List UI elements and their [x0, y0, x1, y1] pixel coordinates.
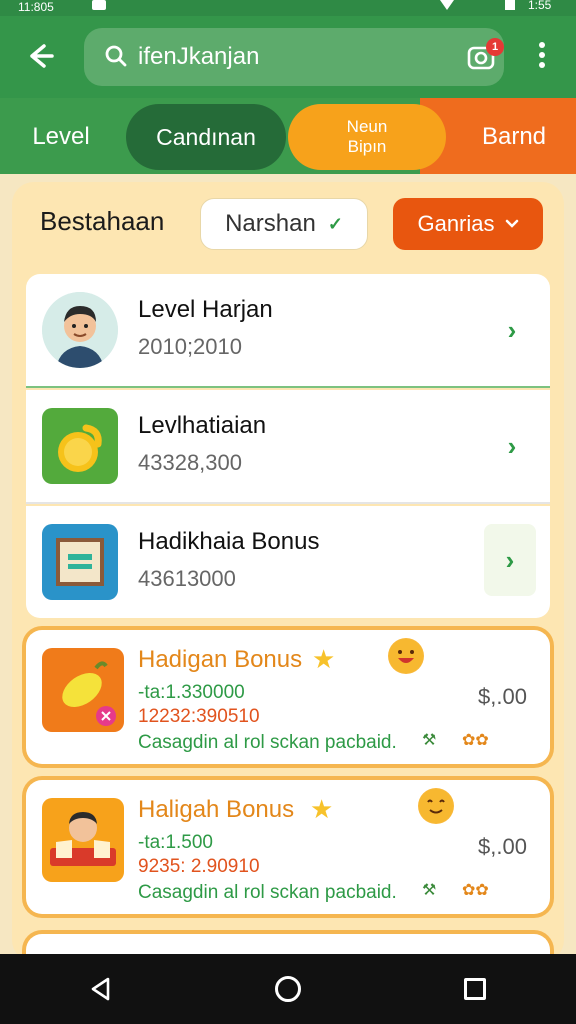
filter-row: Bestahaan Narshan ✓ Ganrias — [12, 182, 564, 272]
bonus-card[interactable]: Haligah Bonus ★ -ta:1.500 9235: 2.90910 … — [26, 780, 550, 914]
coin-bag-icon — [42, 408, 118, 484]
tool-icon: ⚒ — [422, 732, 437, 749]
emoji-icon — [418, 788, 454, 824]
bonus-price: $,.00 — [478, 834, 527, 859]
flowers-icon: ✿✿ — [462, 882, 489, 899]
status-time-right: 1:55 — [528, 0, 552, 12]
bonus-detail-2: 12232:390510 — [138, 706, 260, 727]
tab-level[interactable]: Level — [0, 104, 122, 170]
chevron-right-icon[interactable]: › — [484, 524, 536, 596]
filter-chip-ganrias[interactable]: Ganrias — [393, 198, 543, 250]
row-title: Hadikhaia Bonus — [138, 528, 320, 555]
chevron-down-icon: ✓ — [327, 213, 343, 234]
tab-neun-line2: Bipın — [347, 137, 387, 156]
document-icon — [42, 524, 118, 600]
app-bar: 1 — [0, 16, 576, 98]
search-icon — [105, 45, 127, 67]
list-item-hadikhaia-bonus[interactable]: Hadikhaia Bonus 43613000 › — [26, 506, 550, 618]
wifi-icon — [440, 0, 454, 10]
tool-icon: ⚒ — [422, 882, 437, 899]
tab-candinan[interactable]: Candınan — [126, 104, 286, 170]
section-title: Bestahaan — [40, 206, 165, 236]
flowers-icon: ✿✿ — [462, 732, 489, 749]
avatar — [42, 292, 118, 368]
bonus-price: $,.00 — [478, 684, 527, 709]
list-item-level-harjan[interactable]: Level Harjan 2010;2010 › — [26, 274, 550, 388]
notification-icon — [92, 0, 106, 10]
row-title: Level Harjan — [138, 296, 273, 323]
category-tabs: Level Candınan Neun Bipın Barnd — [0, 98, 576, 174]
status-bar: 11:805 1:55 — [0, 0, 576, 16]
nav-recents-icon[interactable] — [464, 978, 486, 1000]
bonus-detail-2: 9235: 2.90910 — [138, 856, 260, 877]
tab-neun-bipin[interactable]: Neun Bipın — [288, 104, 446, 170]
system-nav-bar — [0, 954, 576, 1024]
list-item-levlhatiaian[interactable]: Levlhatiaian 43328,300 › — [26, 390, 550, 504]
bonus-detail-1: -ta:1.500 — [138, 832, 213, 853]
row-subtitle: 43328,300 — [138, 450, 242, 475]
row-title: Levlhatiaian — [138, 412, 267, 439]
back-arrow-icon[interactable] — [22, 38, 58, 74]
bonus-card[interactable]: Hadigan Bonus ★ -ta:1.330000 12232:39051… — [26, 630, 550, 764]
row-subtitle: 43613000 — [138, 566, 236, 591]
chevron-right-icon[interactable]: › — [492, 310, 532, 350]
search-input[interactable] — [138, 40, 438, 74]
tab-barnd[interactable]: Barnd — [452, 104, 576, 170]
emoji-icon — [388, 638, 424, 674]
chevron-right-icon[interactable]: › — [492, 426, 532, 466]
search-bar[interactable]: 1 — [84, 28, 504, 86]
nav-back-icon[interactable] — [88, 976, 114, 1002]
notification-badge: 1 — [486, 38, 504, 56]
fruit-thumbnail-icon — [42, 648, 124, 732]
status-time: 11:805 — [18, 0, 54, 14]
more-options-icon[interactable] — [530, 38, 554, 74]
filter-chip-ganrias-label: Ganrias — [417, 211, 495, 236]
character-banner-icon — [42, 798, 124, 882]
bonus-description: Casagdin al rol sckan pacbaid. — [138, 882, 397, 903]
content-panel: Bestahaan Narshan ✓ Ganrias Level Harjan… — [12, 182, 564, 974]
star-icon: ★ — [310, 794, 334, 824]
bonus-detail-1: -ta:1.330000 — [138, 682, 245, 703]
battery-icon — [505, 0, 515, 10]
tab-neun-line1: Neun — [346, 117, 388, 136]
filter-chip-narshan-label: Narshan — [225, 210, 316, 237]
nav-home-icon[interactable] — [275, 976, 301, 1002]
bonus-title: Haligah Bonus — [138, 796, 295, 823]
filter-chip-narshan[interactable]: Narshan ✓ — [200, 198, 368, 250]
chevron-down-icon — [505, 219, 518, 228]
star-icon: ★ — [312, 644, 336, 674]
bonus-title: Hadigan Bonus — [138, 646, 303, 673]
row-subtitle: 2010;2010 — [138, 334, 242, 359]
bonus-description: Casagdin al rol sckan pacbaid. — [138, 732, 397, 753]
